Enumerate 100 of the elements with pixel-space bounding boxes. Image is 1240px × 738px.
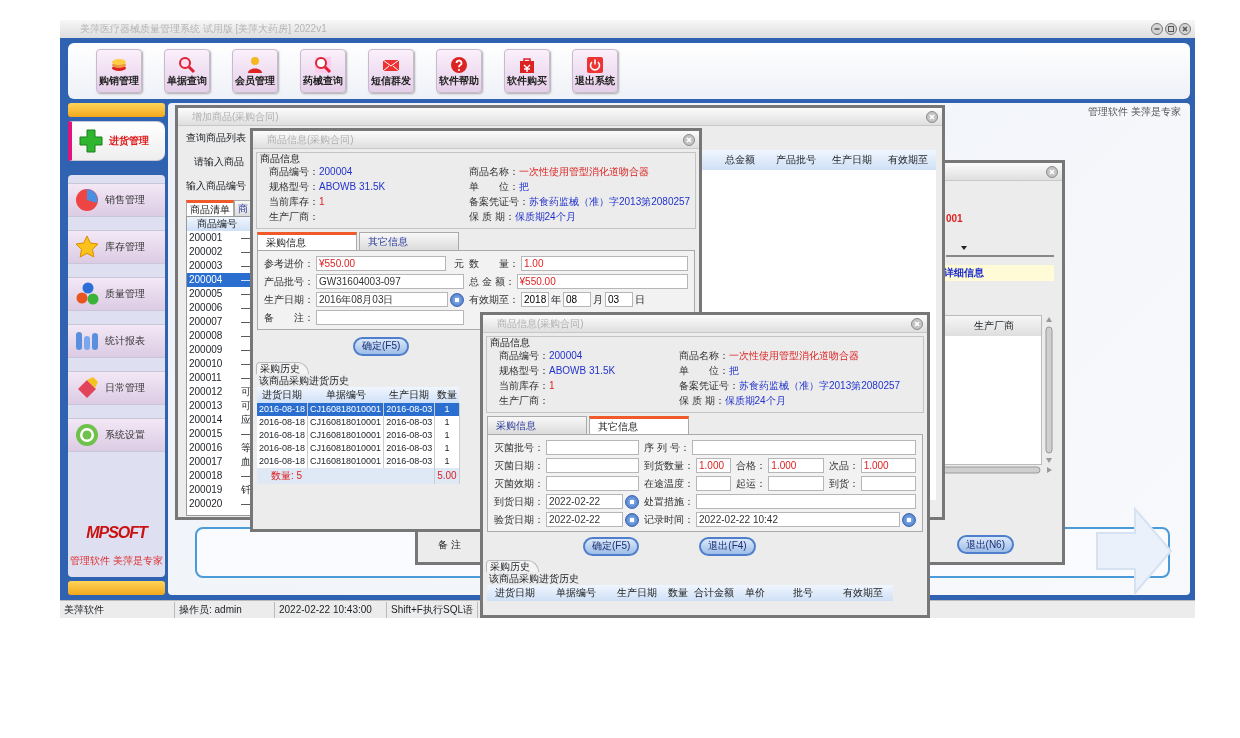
toolbar-button[interactable]: 购销管理 (96, 49, 142, 93)
date-picker-button[interactable] (625, 494, 639, 509)
date-part-field[interactable]: 2018 (521, 292, 549, 307)
sidebar-item[interactable]: 日常管理 (68, 371, 165, 405)
text-field[interactable]: ¥550.00 (316, 256, 446, 271)
table-cell[interactable]: 200003 (187, 259, 239, 273)
date-field[interactable]: 2022-02-22 10:42 (696, 512, 900, 527)
field-value: 把 (729, 365, 739, 377)
field-label: 生产厂商： (269, 211, 319, 223)
table-cell[interactable]: 200007 (187, 315, 239, 329)
table-cell[interactable]: 200013 (187, 399, 239, 413)
field-label: 到货数量： (644, 459, 694, 472)
toolbar-button[interactable]: 药械查询 (300, 49, 346, 93)
table-cell[interactable]: 200020 (187, 497, 239, 511)
sidebar-item[interactable]: 统计报表 (68, 324, 165, 358)
tab[interactable]: 商品清单 (186, 200, 234, 216)
text-field[interactable]: 1.000 (696, 458, 732, 473)
date-picker-button[interactable] (450, 292, 464, 307)
table-cell[interactable]: 200010 (187, 357, 239, 371)
table-cell[interactable]: 200011 (187, 371, 239, 385)
field-value: ABOWB 31.5K (549, 365, 616, 377)
text-field[interactable] (546, 476, 639, 491)
logo: MPSOFT (85, 522, 150, 542)
tab[interactable]: 采购信息 (257, 232, 357, 250)
toolbar-button[interactable]: 软件帮助 (436, 49, 482, 93)
table-cell[interactable]: 200008 (187, 329, 239, 343)
date-field[interactable]: 2016年08月03日 (316, 292, 448, 307)
date-field[interactable]: 2022-02-22 (546, 494, 623, 509)
text-field[interactable] (691, 440, 916, 455)
table-cell: 数量: 5 (257, 468, 435, 484)
table-cell[interactable]: 200004 (187, 273, 239, 287)
text-field[interactable] (316, 310, 464, 325)
table-cell[interactable]: 200016 (187, 441, 239, 455)
tab[interactable]: 其它信息 (589, 416, 689, 434)
close-icon[interactable] (926, 110, 938, 123)
field-value: 200004 (319, 166, 353, 178)
detail-field: 详细信息 (942, 265, 1054, 281)
table-cell[interactable]: 200018 (187, 469, 239, 483)
text-field[interactable] (696, 494, 916, 509)
close-icon[interactable] (683, 133, 695, 146)
field-label: 当前库存： (499, 380, 549, 392)
table-cell[interactable]: 200001 (187, 231, 239, 245)
text-field[interactable] (768, 476, 824, 491)
text-field[interactable] (546, 458, 639, 473)
table-cell[interactable]: 200017 (187, 455, 239, 469)
sidebar-item[interactable]: 进货管理 (68, 121, 165, 161)
dialog-button[interactable]: 确定(F5) (353, 336, 410, 356)
date-field[interactable]: 2022-02-22 (546, 512, 623, 527)
close-icon[interactable] (1046, 165, 1058, 178)
text-field[interactable] (860, 476, 916, 491)
text-field[interactable] (546, 440, 639, 455)
toolbar-button[interactable]: 退出系统 (572, 49, 618, 93)
maximize-icon[interactable] (1165, 23, 1177, 35)
close-icon[interactable] (1179, 23, 1191, 35)
dialog-button[interactable]: 确定(F5) (583, 536, 640, 556)
toolbar-button[interactable]: 单据查询 (164, 49, 210, 93)
field-label: 灭菌效期： (494, 477, 544, 490)
dialog-button[interactable]: 退出(F4) (699, 536, 756, 556)
date-part-field[interactable]: 08 (563, 292, 591, 307)
toolbar-button[interactable]: 短信群发 (368, 49, 414, 93)
tab[interactable]: 采购信息 (487, 416, 587, 434)
field-label: 商品编号： (269, 166, 319, 178)
table-cell[interactable]: 200009 (187, 343, 239, 357)
tab[interactable]: 其它信息 (359, 232, 459, 250)
tab[interactable]: 采购历史 (486, 560, 539, 572)
text-field[interactable]: 1.00 (521, 256, 688, 271)
minimize-icon[interactable] (1151, 23, 1163, 35)
unit-label: 日 (635, 293, 645, 306)
field-label: 验货日期： (494, 513, 544, 526)
date-part-field[interactable]: 03 (605, 292, 633, 307)
field-value: 把 (519, 181, 529, 193)
dropdown-field[interactable] (946, 243, 1054, 257)
table-cell[interactable]: 200005 (187, 287, 239, 301)
table-cell[interactable]: 200002 (187, 245, 239, 259)
text-field[interactable]: GW31604003-097 (316, 274, 464, 289)
text-field[interactable]: 1.000 (860, 458, 916, 473)
toolbar-button[interactable]: 软件购买 (504, 49, 550, 93)
table-cell[interactable]: 200015 (187, 427, 239, 441)
exit-button[interactable]: 退出(N6) (956, 535, 1014, 554)
close-icon[interactable] (911, 317, 923, 330)
sidebar-item[interactable]: 质量管理 (68, 277, 165, 311)
table-cell[interactable]: 200019 (187, 483, 239, 497)
text-field[interactable]: ¥550.00 (516, 274, 688, 289)
field-label: 备 注 (438, 538, 461, 551)
toolbar-button[interactable]: 会员管理 (232, 49, 278, 93)
text-field[interactable] (696, 476, 732, 491)
field-label: 规格型号： (269, 181, 319, 193)
table-cell[interactable]: 200006 (187, 301, 239, 315)
sidebar-item[interactable]: 库存管理 (68, 230, 165, 264)
sidebar-item[interactable]: 系统设置 (68, 418, 165, 452)
sidebar-item[interactable]: 销售管理 (68, 183, 165, 217)
date-picker-button[interactable] (902, 512, 916, 527)
field-label: 规格型号： (499, 365, 549, 377)
text-field[interactable]: 1.000 (768, 458, 824, 473)
column-header: 数量 (434, 387, 460, 403)
field-label: 请输入商品 (194, 156, 244, 168)
date-picker-button[interactable] (625, 512, 639, 527)
table-cell[interactable]: 200014 (187, 413, 239, 427)
table-cell[interactable]: 200012 (187, 385, 239, 399)
tab[interactable]: 采购历史 (256, 362, 309, 374)
